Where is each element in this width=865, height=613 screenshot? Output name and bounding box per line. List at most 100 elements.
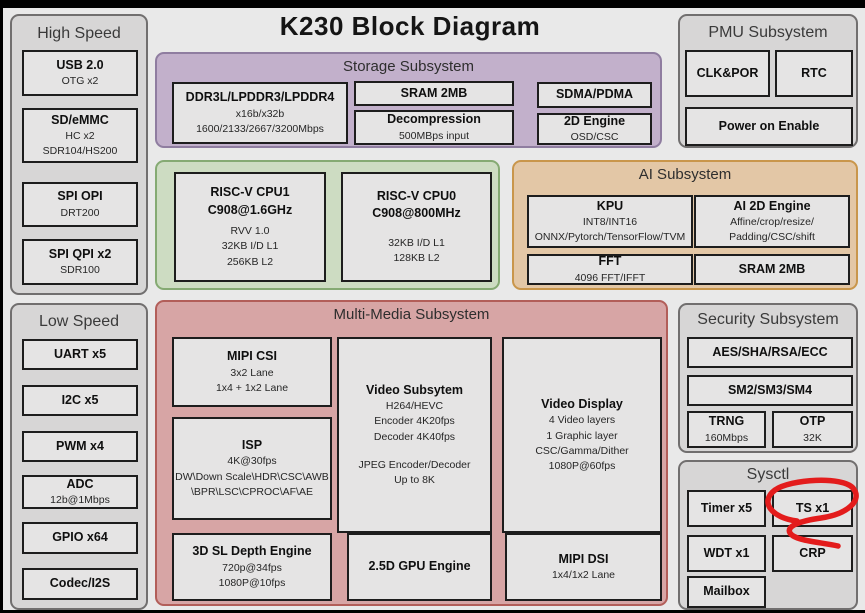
- block-subline: CSC/Gamma/Dither: [535, 444, 629, 457]
- section-low-speed: Low Speed UART x5 I2C x5 PWM x4 ADC 12b@…: [10, 303, 148, 610]
- block-subline: 4K@30fps: [227, 455, 277, 468]
- block-uart: UART x5: [22, 339, 138, 370]
- block-usb: USB 2.0 OTG x2: [22, 50, 138, 96]
- block-decompression: Decompression 500MBps input: [354, 110, 514, 145]
- block-title: SPI QPI x2: [48, 246, 112, 261]
- block-title: SPI OPI: [57, 189, 103, 204]
- block-ddr: DDR3L/LPDDR3/LPDDR4 x16b/x32b 1600/2133/…: [172, 82, 348, 144]
- block-fft: FFT 4096 FFT/IFFT: [527, 254, 693, 285]
- section-multimedia: Multi-Media Subsystem MIPI CSI 3x2 Lane …: [155, 300, 668, 606]
- block-title: DDR3L/LPDDR3/LPDDR4: [185, 90, 335, 105]
- block-title: SM2/SM3/SM4: [727, 382, 813, 397]
- block-subline: DW\Down Scale\HDR\CSC\AWB: [175, 470, 329, 483]
- block-title: I2C x5: [61, 392, 99, 407]
- section-title: Multi-Media Subsystem: [333, 306, 490, 323]
- block-title: Timer x5: [700, 500, 753, 515]
- block-title: MIPI DSI: [558, 551, 609, 566]
- block-subline: JPEG Encoder/Decoder: [358, 458, 471, 471]
- block-title: 3D SL Depth Engine: [192, 544, 312, 559]
- block-title: AI 2D Engine: [733, 198, 811, 213]
- block-title: Codec/I2S: [49, 576, 111, 591]
- block-title2: C908@1.6GHz: [207, 202, 293, 217]
- page-title: K230 Block Diagram: [279, 11, 541, 41]
- block-subline: 4096 FFT/IFFT: [574, 271, 646, 284]
- block-ai-sram: SRAM 2MB: [694, 254, 850, 285]
- block-title: GPIO x64: [52, 530, 108, 545]
- block-subline: 32KB I/D L1: [388, 236, 445, 249]
- section-title: Sysctl: [746, 466, 790, 483]
- block-subline: 1x4/1x2 Lane: [551, 569, 616, 582]
- block-mipi-csi: MIPI CSI 3x2 Lane 1x4 + 1x2 Lane: [172, 337, 332, 407]
- block-cpu0: RISC-V CPU0 C908@800MHz 32KB I/D L1 128K…: [341, 172, 492, 282]
- block-title: RISC-V CPU1: [210, 185, 290, 200]
- block-title: TS x1: [795, 500, 830, 515]
- block-title2: C908@800MHz: [372, 206, 461, 221]
- block-sram-2mb: SRAM 2MB: [354, 81, 514, 106]
- block-title: RISC-V CPU0: [376, 188, 457, 203]
- block-sdma-pdma: SDMA/PDMA: [537, 82, 652, 108]
- block-codec-i2s: Codec/I2S: [22, 568, 138, 600]
- block-subline: 12b@1Mbps: [50, 494, 110, 507]
- section-sysctl: Sysctl Timer x5 TS x1 WDT x1 CRP Mailbox: [678, 460, 858, 610]
- block-subline: INT8/INT16: [582, 216, 638, 229]
- block-video-display: Video Display 4 Video layers 1 Graphic l…: [502, 337, 662, 533]
- block-title: TRNG: [708, 414, 745, 429]
- block-cpu1: RISC-V CPU1 C908@1.6GHz RVV 1.0 32KB I/D…: [174, 172, 326, 282]
- block-title: FFT: [598, 254, 622, 269]
- section-cpu: RISC-V CPU1 C908@1.6GHz RVV 1.0 32KB I/D…: [155, 160, 500, 290]
- block-title: RTC: [801, 65, 827, 80]
- block-kpu: KPU INT8/INT16 ONNX/Pytorch/TensorFlow/T…: [527, 195, 693, 248]
- block-subline: OSD/CSC: [570, 131, 619, 144]
- block-title: USB 2.0: [56, 57, 104, 72]
- block-title: KPU: [596, 198, 624, 213]
- section-storage: Storage Subsystem DDR3L/LPDDR3/LPDDR4 x1…: [155, 52, 662, 148]
- block-subline: SDR104/HS200: [42, 145, 118, 158]
- block-subline: 500MBps input: [398, 129, 470, 142]
- section-title: AI Subsystem: [638, 166, 732, 183]
- block-subline: 1600/2133/2667/3200Mbps: [196, 122, 324, 135]
- block-spi-qpi: SPI QPI x2 SDR100: [22, 239, 138, 285]
- block-title: Decompression: [387, 112, 481, 127]
- block-subline: Padding/CSC/shift: [729, 231, 815, 244]
- block-subline: H264/HEVC: [385, 400, 444, 413]
- block-trng: TRNG 160Mbps: [687, 411, 766, 448]
- block-subline: 4 Video layers: [548, 414, 616, 427]
- block-title: 2.5D GPU Engine: [368, 559, 471, 574]
- block-title: Video Display: [541, 396, 623, 411]
- section-pmu: PMU Subsystem CLK&POR RTC Power on Enabl…: [678, 14, 858, 148]
- block-wdt: WDT x1: [687, 535, 766, 572]
- block-subline: Decoder 4K40fps: [373, 430, 456, 443]
- block-i2c: I2C x5: [22, 385, 138, 416]
- block-subline: Affine/crop/resize/: [730, 216, 814, 229]
- section-title: Security Subsystem: [697, 311, 839, 328]
- block-subline: SDR100: [60, 264, 100, 277]
- block-subline: x16b/x32b: [235, 107, 285, 120]
- block-title: SRAM 2MB: [400, 85, 468, 100]
- block-ts: TS x1: [772, 490, 853, 527]
- section-ai: AI Subsystem KPU INT8/INT16 ONNX/Pytorch…: [512, 160, 858, 290]
- block-aes-sha-rsa-ecc: AES/SHA/RSA/ECC: [687, 337, 853, 368]
- block-subline: 1080P@60fps: [548, 459, 616, 472]
- block-title: ADC: [66, 476, 94, 491]
- block-clk-por: CLK&POR: [685, 50, 770, 97]
- block-rtc: RTC: [775, 50, 853, 97]
- block-title: ISP: [241, 437, 263, 452]
- block-title: Video Subsytem: [365, 382, 464, 397]
- block-subline: 1 Graphic layer: [546, 429, 618, 442]
- block-title: PWM x4: [56, 438, 104, 453]
- block-subline: 256KB L2: [226, 255, 274, 268]
- block-subline: RVV 1.0: [230, 225, 270, 238]
- block-subline: 160Mbps: [704, 431, 749, 444]
- block-sm2-sm3-sm4: SM2/SM3/SM4: [687, 375, 853, 406]
- block-title: SDMA/PDMA: [555, 87, 634, 102]
- block-title: AES/SHA/RSA/ECC: [712, 344, 828, 359]
- block-subline: 3x2 Lane: [230, 366, 274, 379]
- block-title: CRP: [799, 545, 826, 560]
- block-subline: 720p@34fps: [222, 561, 282, 574]
- section-title: Low Speed: [38, 313, 120, 330]
- block-video-subsystem: Video Subsytem H264/HEVC Encoder 4K20fps…: [337, 337, 492, 533]
- block-subline: 1x4 + 1x2 Lane: [215, 381, 289, 394]
- block-mailbox: Mailbox: [687, 576, 766, 608]
- block-mipi-dsi: MIPI DSI 1x4/1x2 Lane: [505, 533, 662, 601]
- block-subline: 32K: [803, 431, 822, 444]
